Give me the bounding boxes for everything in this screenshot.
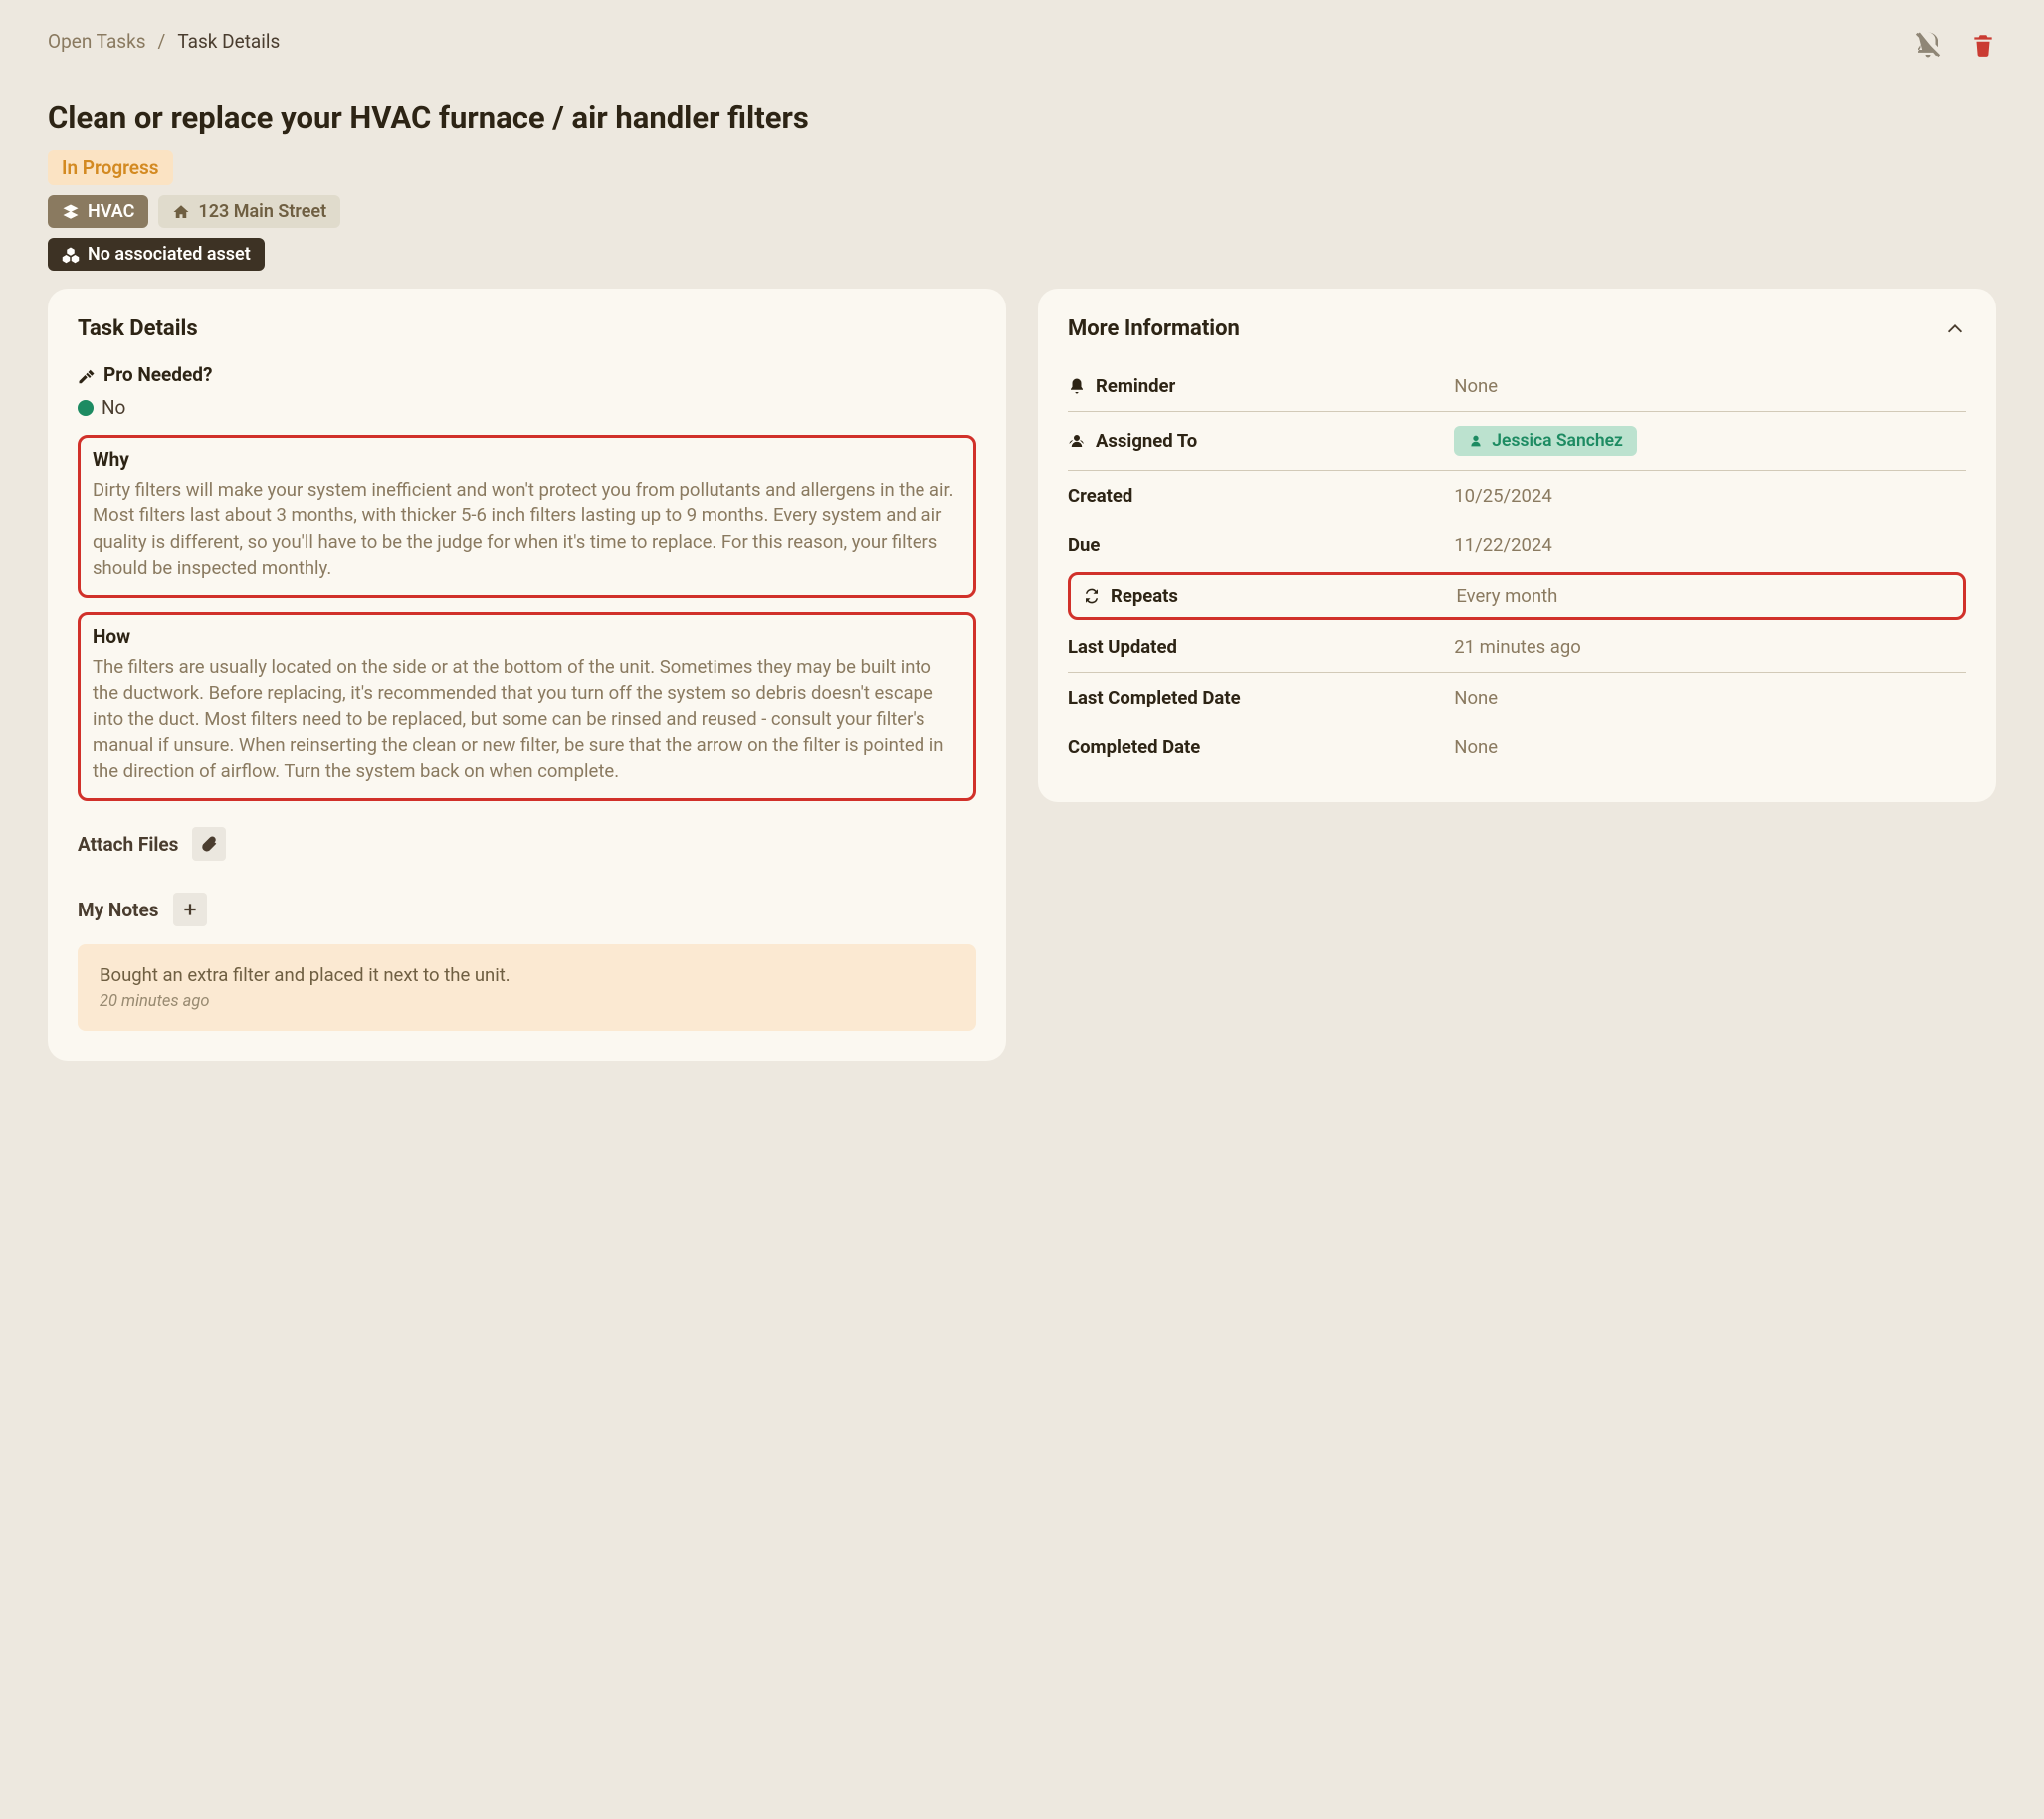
last-updated-row: Last Updated 21 minutes ago: [1068, 622, 1966, 673]
why-section: Why Dirty filters will make your system …: [78, 435, 976, 598]
category-badge[interactable]: HVAC: [48, 195, 148, 228]
reminder-label: Reminder: [1096, 375, 1175, 397]
my-notes-row: My Notes: [78, 893, 976, 926]
last-completed-row: Last Completed Date None: [1068, 673, 1966, 722]
due-row: Due 11/22/2024: [1068, 520, 1966, 570]
page-title: Clean or replace your HVAC furnace / air…: [48, 100, 1996, 136]
more-information-heading: More Information: [1068, 316, 1240, 341]
pro-needed-value: No: [102, 396, 125, 419]
pro-needed-answer: No: [78, 396, 976, 419]
people-icon: [1068, 432, 1086, 450]
completed-row: Completed Date None: [1068, 722, 1966, 772]
why-body: Dirty filters will make your system inef…: [93, 477, 961, 581]
more-information-card: More Information Reminder None: [1038, 289, 1996, 802]
created-row: Created 10/25/2024: [1068, 471, 1966, 520]
repeats-value: Every month: [1456, 585, 1951, 607]
pro-needed-label: Pro Needed?: [103, 363, 212, 386]
address-badge-label: 123 Main Street: [198, 201, 326, 222]
breadcrumb-root[interactable]: Open Tasks: [48, 30, 146, 53]
created-label: Created: [1068, 485, 1132, 506]
repeats-highlight: Repeats Every month: [1068, 572, 1966, 620]
note-item[interactable]: Bought an extra filter and placed it nex…: [78, 944, 976, 1031]
last-completed-value: None: [1454, 687, 1966, 708]
mute-notifications-icon[interactable]: [1913, 30, 1942, 60]
hammer-icon: [78, 366, 96, 384]
assigned-value: Jessica Sanchez: [1492, 431, 1623, 451]
status-badge: In Progress: [48, 150, 173, 185]
due-label: Due: [1068, 534, 1100, 556]
attach-files-row: Attach Files: [78, 827, 976, 861]
repeat-icon: [1083, 587, 1101, 605]
last-updated-value: 21 minutes ago: [1454, 636, 1966, 658]
reminder-row: Reminder None: [1068, 361, 1966, 412]
task-details-heading: Task Details: [78, 316, 976, 341]
my-notes-label: My Notes: [78, 899, 159, 921]
bell-icon: [1068, 377, 1086, 395]
collapse-icon[interactable]: [1944, 318, 1966, 340]
completed-value: None: [1454, 736, 1966, 758]
address-badge[interactable]: 123 Main Street: [158, 195, 340, 228]
asset-badge[interactable]: No associated asset: [48, 238, 265, 271]
due-value: 11/22/2024: [1454, 534, 1966, 556]
category-badge-label: HVAC: [88, 201, 134, 222]
why-title: Why: [93, 448, 961, 471]
note-text: Bought an extra filter and placed it nex…: [100, 964, 954, 986]
pro-needed-heading: Pro Needed?: [78, 363, 976, 386]
layers-icon: [62, 203, 80, 221]
task-details-card: Task Details Pro Needed? No Why Dirty fi…: [48, 289, 1006, 1061]
breadcrumb-separator: /: [158, 30, 166, 53]
paperclip-icon: [200, 835, 218, 853]
add-note-button[interactable]: [173, 893, 207, 926]
plus-icon: [181, 901, 199, 918]
assigned-label: Assigned To: [1096, 430, 1197, 452]
attach-files-label: Attach Files: [78, 833, 178, 856]
assigned-person-pill[interactable]: Jessica Sanchez: [1454, 426, 1637, 456]
how-section: How The filters are usually located on t…: [78, 612, 976, 801]
cubes-icon: [62, 246, 80, 264]
how-title: How: [93, 625, 961, 648]
house-icon: [172, 203, 190, 221]
people-small-icon: [1468, 433, 1484, 449]
repeats-label: Repeats: [1111, 585, 1178, 607]
breadcrumb: Open Tasks / Task Details: [48, 30, 280, 53]
status-dot-icon: [78, 400, 94, 416]
note-timestamp: 20 minutes ago: [100, 992, 954, 1011]
attach-files-button[interactable]: [192, 827, 226, 861]
repeats-row: Repeats Every month: [1083, 583, 1951, 609]
reminder-value: None: [1454, 375, 1966, 397]
assigned-to-row: Assigned To Jessica Sanchez: [1068, 412, 1966, 471]
last-updated-label: Last Updated: [1068, 636, 1177, 658]
how-body: The filters are usually located on the s…: [93, 654, 961, 784]
breadcrumb-current: Task Details: [177, 30, 280, 53]
completed-label: Completed Date: [1068, 736, 1200, 758]
delete-task-icon[interactable]: [1970, 30, 1996, 60]
asset-badge-label: No associated asset: [88, 244, 251, 265]
created-value: 10/25/2024: [1454, 485, 1966, 506]
last-completed-label: Last Completed Date: [1068, 687, 1241, 708]
